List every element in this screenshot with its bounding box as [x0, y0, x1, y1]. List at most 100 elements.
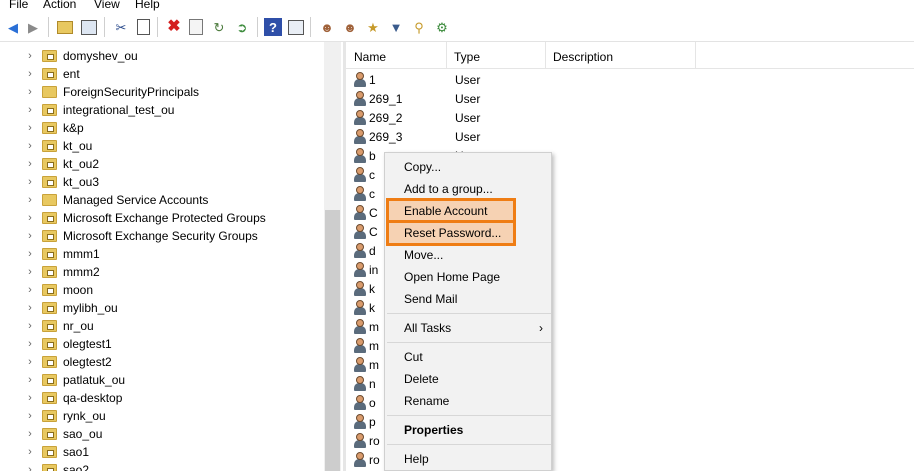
- tree-item[interactable]: › moon: [0, 281, 320, 299]
- column-divider[interactable]: [446, 42, 447, 68]
- tree-item[interactable]: › mmm1: [0, 245, 320, 263]
- expand-chevron-icon[interactable]: ›: [24, 122, 36, 134]
- column-header-type[interactable]: Type: [454, 50, 480, 64]
- menu-item-rename[interactable]: Rename: [385, 390, 553, 412]
- expand-chevron-icon[interactable]: ›: [24, 338, 36, 350]
- tree-scrollbar-thumb[interactable]: [325, 210, 340, 471]
- menu-item-help[interactable]: Help: [385, 448, 553, 470]
- list-row[interactable]: 269_1 User: [346, 89, 914, 108]
- tree-item[interactable]: › integrational_test_ou: [0, 101, 320, 119]
- tree-item[interactable]: › olegtest2: [0, 353, 320, 371]
- tree-item[interactable]: › ent: [0, 65, 320, 83]
- add-to-group-icon[interactable]: ⚙: [433, 18, 451, 36]
- menu-item-label: Delete: [404, 372, 439, 386]
- list-row[interactable]: 1 User: [346, 70, 914, 89]
- tree-item[interactable]: › domyshev_ou: [0, 47, 320, 65]
- column-divider[interactable]: [695, 42, 696, 68]
- back-arrow-icon[interactable]: ◀: [4, 18, 22, 36]
- tree-item[interactable]: › kt_ou: [0, 137, 320, 155]
- tree-item[interactable]: › nr_ou: [0, 317, 320, 335]
- menu-item-add-to-group[interactable]: Add to a group...: [385, 178, 553, 200]
- list-row[interactable]: 269_2 User: [346, 108, 914, 127]
- forward-arrow-icon[interactable]: ▶: [24, 18, 42, 36]
- menu-item-move[interactable]: Move...: [385, 244, 553, 266]
- expand-chevron-icon[interactable]: ›: [24, 158, 36, 170]
- menu-file[interactable]: File: [9, 0, 28, 11]
- expand-chevron-icon[interactable]: ›: [24, 284, 36, 296]
- expand-chevron-icon[interactable]: ›: [24, 392, 36, 404]
- expand-chevron-icon[interactable]: ›: [24, 194, 36, 206]
- expand-chevron-icon[interactable]: ›: [24, 86, 36, 98]
- filter-icon[interactable]: ▼: [387, 18, 405, 36]
- export-list-icon[interactable]: ➲: [233, 18, 251, 36]
- paste-icon[interactable]: [134, 18, 152, 36]
- tree-item[interactable]: › sao_ou: [0, 425, 320, 443]
- tree-item[interactable]: › Managed Service Accounts: [0, 191, 320, 209]
- expand-chevron-icon[interactable]: ›: [24, 302, 36, 314]
- new-user-icon[interactable]: ☻: [318, 18, 336, 36]
- tree-item[interactable]: › k&p: [0, 119, 320, 137]
- expand-chevron-icon[interactable]: ›: [24, 374, 36, 386]
- menu-item-properties[interactable]: Properties: [385, 419, 553, 441]
- list-row[interactable]: 269_3 User: [346, 127, 914, 146]
- properties-icon[interactable]: [187, 18, 205, 36]
- tree-item[interactable]: › sao1: [0, 443, 320, 461]
- menu-view[interactable]: View: [94, 0, 120, 11]
- expand-chevron-icon[interactable]: ›: [24, 68, 36, 80]
- menu-help[interactable]: Help: [135, 0, 160, 11]
- tree-item[interactable]: › ForeignSecurityPrincipals: [0, 83, 320, 101]
- expand-chevron-icon[interactable]: ›: [24, 230, 36, 242]
- tree-item[interactable]: › patlatuk_ou: [0, 371, 320, 389]
- expand-chevron-icon[interactable]: ›: [24, 140, 36, 152]
- organizational-unit-icon: [42, 338, 57, 350]
- menu-item-all-tasks[interactable]: All Tasks ›: [385, 317, 553, 339]
- tree-item[interactable]: › mmm2: [0, 263, 320, 281]
- expand-chevron-icon[interactable]: ›: [24, 356, 36, 368]
- column-divider[interactable]: [545, 42, 546, 68]
- expand-chevron-icon[interactable]: ›: [24, 50, 36, 62]
- expand-chevron-icon[interactable]: ›: [24, 176, 36, 188]
- user-icon: [353, 262, 367, 277]
- menu-item-send-mail[interactable]: Send Mail: [385, 288, 553, 310]
- menu-item-delete[interactable]: Delete: [385, 368, 553, 390]
- expand-chevron-icon[interactable]: ›: [24, 320, 36, 332]
- tree-scrollbar[interactable]: [324, 42, 341, 471]
- menu-action[interactable]: Action: [43, 0, 76, 11]
- cut-icon[interactable]: ✂: [112, 18, 130, 36]
- help-icon[interactable]: ?: [264, 18, 282, 36]
- tree-item[interactable]: › Microsoft Exchange Protected Groups: [0, 209, 320, 227]
- console-tree-icon[interactable]: [80, 18, 98, 36]
- tree-item[interactable]: › qa-desktop: [0, 389, 320, 407]
- column-header-description[interactable]: Description: [553, 50, 613, 64]
- tree-item[interactable]: › sao2: [0, 461, 320, 471]
- expand-chevron-icon[interactable]: ›: [24, 446, 36, 458]
- expand-chevron-icon[interactable]: ›: [24, 410, 36, 422]
- expand-chevron-icon[interactable]: ›: [24, 266, 36, 278]
- tree-item-label: Microsoft Exchange Protected Groups: [63, 211, 266, 225]
- expand-chevron-icon[interactable]: ›: [24, 212, 36, 224]
- menu-item-enable-account[interactable]: Enable Account: [386, 198, 516, 224]
- tree-item[interactable]: › olegtest1: [0, 335, 320, 353]
- column-header-name[interactable]: Name: [354, 50, 386, 64]
- tree-item[interactable]: › kt_ou3: [0, 173, 320, 191]
- expand-chevron-icon[interactable]: ›: [24, 428, 36, 440]
- user-icon: [353, 224, 367, 239]
- refresh-icon[interactable]: ↻: [210, 18, 228, 36]
- tree-item[interactable]: › rynk_ou: [0, 407, 320, 425]
- tree-item[interactable]: › kt_ou2: [0, 155, 320, 173]
- tree-item[interactable]: › mylibh_ou: [0, 299, 320, 317]
- new-group-icon[interactable]: ☻: [341, 18, 359, 36]
- menu-item-cut[interactable]: Cut: [385, 346, 553, 368]
- properties-view-icon[interactable]: [287, 18, 305, 36]
- menu-item-open-home-page[interactable]: Open Home Page: [385, 266, 553, 288]
- expand-chevron-icon[interactable]: ›: [24, 104, 36, 116]
- tree-item[interactable]: › Microsoft Exchange Security Groups: [0, 227, 320, 245]
- delete-icon[interactable]: ✖: [165, 18, 183, 36]
- find-icon[interactable]: ⚲: [410, 18, 428, 36]
- expand-chevron-icon[interactable]: ›: [24, 248, 36, 260]
- new-ou-icon[interactable]: ★: [364, 18, 382, 36]
- menu-item-copy[interactable]: Copy...: [385, 156, 553, 178]
- expand-chevron-icon[interactable]: ›: [24, 464, 36, 471]
- menu-item-reset-password[interactable]: Reset Password...: [386, 220, 516, 246]
- up-folder-icon[interactable]: [56, 18, 74, 36]
